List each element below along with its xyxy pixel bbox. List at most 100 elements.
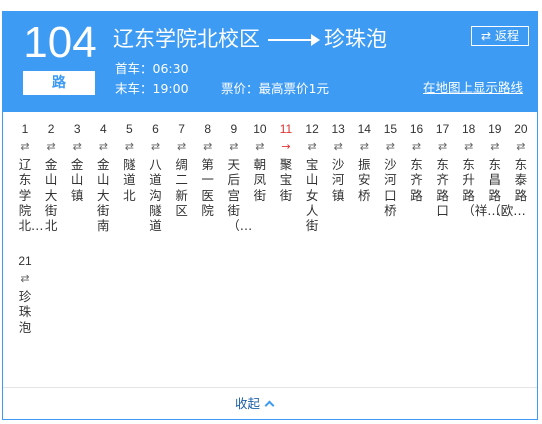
stop-number: 7: [178, 122, 185, 136]
swap-icon: ⇄: [481, 29, 492, 43]
two-way-arrow-icon: ⇄: [255, 140, 265, 153]
stop-name: 第一医院: [201, 157, 214, 218]
two-way-arrow-icon: ⇄: [490, 140, 500, 153]
route-header: 104 路 辽东学院北校区 珍珠泡 ⇄ 返程 首车：06:30 末车：19:00 …: [3, 12, 537, 112]
stop-item[interactable]: 6 ⇄ 八道沟隧道: [145, 121, 167, 233]
two-way-arrow-icon: ⇄: [124, 140, 134, 153]
origin-stop: 辽东学院北校区: [113, 27, 260, 51]
stop-item[interactable]: 13 ⇄ 沙河镇: [327, 121, 349, 203]
stop-item[interactable]: 15 ⇄ 沙河口桥: [379, 121, 401, 218]
stop-item[interactable]: 14 ⇄ 振安桥: [353, 121, 375, 203]
stop-number: 16: [409, 122, 424, 136]
two-way-arrow-icon: ⇄: [385, 140, 395, 153]
stop-item[interactable]: 7 ⇄ 绸二新区: [171, 121, 193, 218]
stop-item[interactable]: 16 ⇄ 东齐路: [406, 121, 428, 203]
stop-number: 1: [21, 122, 29, 136]
stop-number: 2: [47, 122, 55, 136]
stop-name: 东泰路: [514, 157, 528, 203]
two-way-arrow-icon: ⇄: [437, 140, 448, 153]
stop-name: 金山大街南: [97, 157, 110, 234]
stop-item[interactable]: 10 ⇄ 朝凤街: [249, 121, 271, 203]
stop-name: 金山镇: [70, 157, 84, 203]
two-way-arrow-icon: ⇄: [176, 140, 187, 153]
stop-item[interactable]: 2 ⇄ 金山大街北: [40, 121, 62, 233]
stop-item[interactable]: 4 ⇄ 金山大街南: [92, 121, 114, 233]
two-way-arrow-icon: ⇄: [20, 272, 30, 285]
two-way-arrow-icon: ⇄: [411, 140, 422, 153]
stop-item[interactable]: 8 ⇄ 第一医院: [197, 121, 219, 218]
stop-number: 21: [18, 254, 32, 268]
stop-name: 辽东学院北…: [18, 157, 44, 234]
right-arrow-icon: →: [281, 140, 291, 153]
stop-number: 17: [435, 122, 450, 136]
stop-item[interactable]: 17 ⇄ 东齐路口: [432, 121, 454, 218]
two-way-arrow-icon: ⇄: [307, 140, 317, 153]
two-way-arrow-icon: ⇄: [229, 140, 239, 153]
stop-number: 11: [279, 122, 293, 136]
stop-name: 振安桥: [358, 157, 371, 203]
stop-name: 珍珠泡: [18, 289, 32, 335]
stop-item[interactable]: 19 ⇄ 东昌路（欧…: [484, 121, 526, 218]
long-right-arrow-icon: [268, 34, 320, 46]
two-way-arrow-icon: ⇄: [516, 140, 526, 153]
two-way-arrow-icon: ⇄: [150, 140, 161, 153]
route-title: 辽东学院北校区 珍珠泡: [113, 24, 387, 54]
stop-name: 天后宫街（…: [227, 157, 253, 234]
route-card: 104 路 辽东学院北校区 珍珠泡 ⇄ 返程 首车：06:30 末车：19:00 …: [2, 11, 538, 420]
stop-item[interactable]: 11 → 聚宝街: [275, 121, 297, 203]
stop-number: 3: [73, 122, 81, 136]
stop-name: 沙河镇: [331, 157, 345, 203]
chevron-up-icon: [264, 400, 275, 411]
stop-number: 18: [462, 122, 476, 136]
fare-info: 票价：最高票价1元: [221, 81, 329, 96]
two-way-arrow-icon: ⇄: [46, 140, 56, 153]
stop-number: 10: [253, 122, 267, 136]
stop-number: 8: [204, 122, 212, 136]
reverse-label: 返程: [494, 29, 519, 43]
stop-name: 朝凤街: [253, 157, 267, 203]
route-number: 104: [23, 18, 97, 67]
two-way-arrow-icon: ⇄: [359, 140, 369, 153]
route-suffix: 路: [23, 71, 95, 95]
two-way-arrow-icon: ⇄: [333, 140, 343, 153]
two-way-arrow-icon: ⇄: [72, 140, 82, 153]
stop-name: 东齐路口: [436, 157, 449, 218]
stop-number: 6: [152, 122, 159, 136]
stop-name: 绸二新区: [175, 157, 188, 218]
stop-item[interactable]: 5 ⇄ 隧道北: [118, 121, 140, 203]
stop-number: 14: [357, 122, 371, 136]
stop-number: 13: [331, 122, 345, 136]
stop-item[interactable]: 1 ⇄ 辽东学院北…: [14, 121, 44, 234]
stop-number: 20: [514, 122, 528, 136]
stop-number: 4: [99, 122, 107, 136]
first-bus-time: 首车：06:30: [115, 61, 189, 76]
stop-item[interactable]: 18 ⇄ 东升路（祥…: [458, 121, 500, 218]
stop-name: 隧道北: [123, 157, 136, 203]
stop-item[interactable]: 20 ⇄ 东泰路: [510, 121, 532, 203]
stop-number: 5: [126, 122, 133, 136]
reverse-route-button[interactable]: ⇄ 返程: [471, 26, 529, 46]
stop-item[interactable]: 12 ⇄ 宝山女人街: [301, 121, 323, 233]
stop-item[interactable]: 3 ⇄ 金山镇: [66, 121, 88, 203]
stop-name: 宝山女人街: [305, 157, 319, 234]
show-route-on-map-link[interactable]: 在地图上显示路线: [423, 80, 523, 96]
stop-number: 9: [230, 122, 238, 136]
stop-item[interactable]: 21 ⇄ 珍珠泡: [14, 253, 36, 335]
stop-number: 19: [488, 122, 502, 136]
stop-name: 八道沟隧道: [149, 157, 162, 234]
stop-name: 聚宝街: [279, 157, 293, 203]
two-way-arrow-icon: ⇄: [203, 140, 213, 153]
stop-name: 金山大街北: [44, 157, 58, 234]
collapse-button[interactable]: 收起: [235, 396, 275, 412]
two-way-arrow-icon: ⇄: [464, 140, 474, 153]
stop-name: 沙河口桥: [384, 157, 397, 218]
destination-stop: 珍珠泡: [324, 27, 387, 51]
stop-name: 东齐路: [410, 157, 423, 203]
two-way-arrow-icon: ⇄: [20, 140, 30, 153]
divider: [3, 387, 537, 388]
last-bus-time: 末车：19:00: [115, 81, 189, 96]
two-way-arrow-icon: ⇄: [98, 140, 108, 153]
stop-number: 15: [383, 122, 398, 136]
stop-number: 12: [305, 122, 319, 136]
stop-item[interactable]: 9 ⇄ 天后宫街（…: [223, 121, 253, 234]
